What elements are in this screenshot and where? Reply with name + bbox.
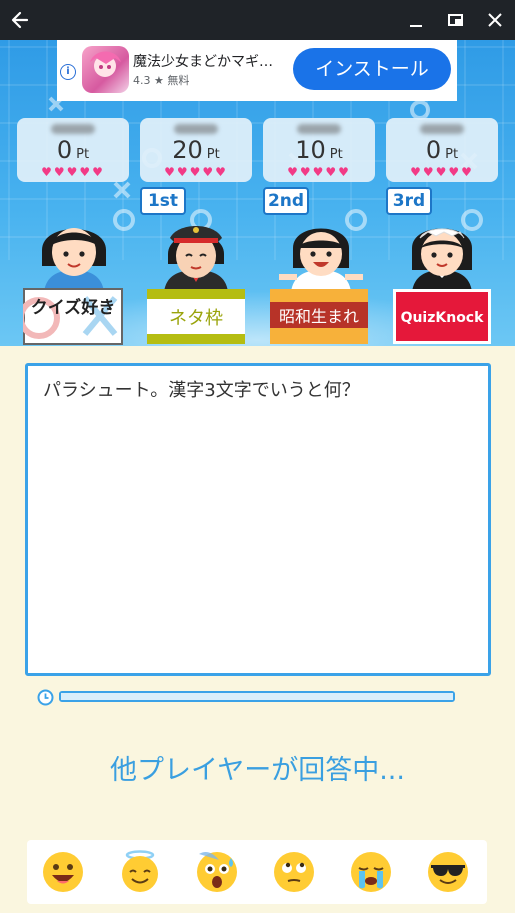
category-label: 昭和生まれ — [279, 307, 359, 326]
grinning-face-icon[interactable] — [41, 850, 85, 894]
game-stage: i 魔法少女まどかマギ… 4.3 ★ 無料 インストール 0 Pt ♥♥♥♥♥ 2… — [0, 40, 515, 346]
player-name-redacted — [420, 124, 464, 134]
minimize-icon[interactable] — [396, 0, 436, 40]
player-4-avatar — [412, 228, 472, 292]
category-sign-2: ネタ枠 — [147, 289, 245, 344]
player-points: 0 — [56, 136, 73, 164]
lives-hearts: ♥♥♥♥♥ — [164, 165, 228, 179]
anxious-sweat-face-icon[interactable] — [195, 850, 239, 894]
sunglasses-face-icon[interactable] — [426, 850, 470, 894]
rolling-eyes-face-icon[interactable] — [272, 850, 316, 894]
category-label: QuizKnock — [401, 310, 485, 326]
close-icon[interactable] — [475, 0, 515, 40]
reaction-bar — [27, 840, 487, 904]
player-points: 20 — [172, 136, 203, 164]
waiting-status: 他プレイヤーが回答中... — [110, 755, 405, 786]
ad-install-button[interactable]: インストール — [293, 48, 451, 90]
player-4-score-card: 0 Pt ♥♥♥♥♥ — [386, 118, 498, 182]
ad-app-rating: 4.3 ★ 無料 — [133, 74, 190, 87]
points-unit: Pt — [206, 147, 220, 162]
crying-face-icon[interactable] — [349, 850, 393, 894]
timer-track — [59, 691, 455, 702]
question-text: パラシュート。漢字3文字でいうと何？ — [43, 380, 360, 401]
ad-info-icon[interactable]: i — [60, 64, 76, 80]
clock-icon — [37, 689, 54, 706]
player-2-avatar — [164, 226, 228, 292]
points-unit: Pt — [76, 147, 90, 162]
category-sign-1: クイズ好き — [23, 288, 123, 345]
lives-hearts: ♥♥♥♥♥ — [41, 165, 105, 179]
ad-banner[interactable]: i 魔法少女まどかマギ… 4.3 ★ 無料 インストール — [57, 40, 457, 101]
player-name-redacted — [51, 124, 95, 134]
points-unit: Pt — [329, 147, 343, 162]
category-sign-4: QuizKnock — [393, 289, 491, 344]
ad-app-title[interactable]: 魔法少女まどかマギ… — [133, 51, 273, 71]
lives-hearts: ♥♥♥♥♥ — [287, 165, 351, 179]
ad-app-icon[interactable] — [82, 46, 129, 93]
category-label: クイズ好き — [31, 297, 116, 318]
player-1-avatar — [42, 228, 106, 292]
player-name-redacted — [174, 124, 218, 134]
player-name-redacted — [297, 124, 341, 134]
halo-smiling-face-icon[interactable] — [118, 850, 162, 894]
player-points: 10 — [295, 136, 326, 164]
lives-hearts: ♥♥♥♥♥ — [410, 165, 474, 179]
question-panel: パラシュート。漢字3文字でいうと何？ — [25, 363, 491, 676]
player-3-avatar — [279, 228, 363, 292]
timer-fill — [61, 693, 453, 700]
category-label: ネタ枠 — [169, 308, 223, 329]
title-bar — [0, 0, 515, 40]
player-1-score-card: 0 Pt ♥♥♥♥♥ — [17, 118, 129, 182]
player-points: 0 — [425, 136, 442, 164]
category-sign-3: 昭和生まれ — [270, 289, 368, 344]
restore-icon[interactable] — [436, 0, 476, 40]
player-2-score-card: 20 Pt ♥♥♥♥♥ — [140, 118, 252, 182]
back-arrow-icon[interactable] — [0, 0, 40, 40]
player-3-score-card: 10 Pt ♥♥♥♥♥ — [263, 118, 375, 182]
points-unit: Pt — [445, 147, 459, 162]
answer-timer — [37, 688, 457, 706]
